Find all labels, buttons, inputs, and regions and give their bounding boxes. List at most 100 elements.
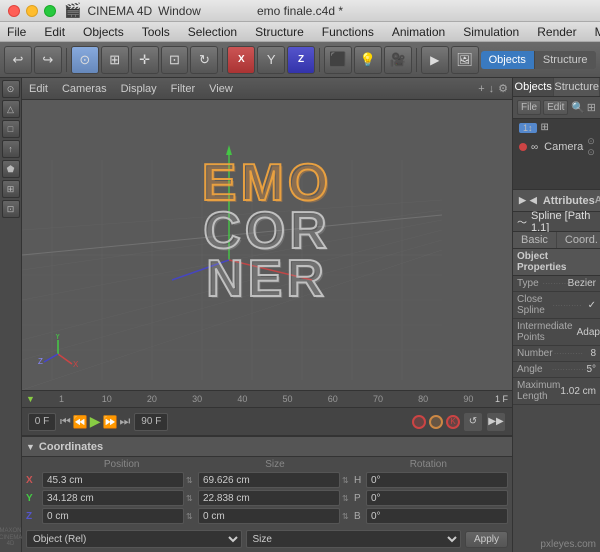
vp-edit-btn[interactable]: Edit <box>26 83 51 95</box>
sidebar-btn-2[interactable]: △ <box>2 100 20 118</box>
timeline-markers[interactable]: 1 10 20 30 40 50 60 70 80 90 <box>39 394 491 404</box>
menu-objects[interactable]: Objects <box>80 25 127 39</box>
coord-b-rot[interactable] <box>366 508 508 524</box>
obj-search-icon[interactable]: 🔍 <box>571 101 585 114</box>
tab-objects[interactable]: Objects <box>481 51 535 69</box>
render-active-button[interactable]: ▶ <box>421 46 449 74</box>
coord-z-pos[interactable] <box>42 508 184 524</box>
sidebar-btn-6[interactable]: ⊞ <box>2 180 20 198</box>
coord-rotation-header: Rotation <box>353 459 504 470</box>
coord-y-size[interactable] <box>198 490 340 506</box>
sidebar-btn-1[interactable]: ⊙ <box>2 80 20 98</box>
obj-filter-icon[interactable]: ⊞ <box>587 101 596 114</box>
axis-y-button[interactable]: Y <box>257 46 285 74</box>
nav-last[interactable]: ⏭ <box>120 414 131 429</box>
minimize-button[interactable] <box>26 5 38 17</box>
rect-selection-button[interactable]: ⊞ <box>101 46 129 74</box>
coord-y-size-arrows[interactable]: ⇅ <box>342 494 352 503</box>
tab-structure-panel[interactable]: Structure <box>554 78 600 96</box>
move-button[interactable]: ✛ <box>131 46 159 74</box>
coord-x-arrows[interactable]: ⇅ <box>186 476 196 485</box>
menu-functions[interactable]: Functions <box>319 25 377 39</box>
menu-mograph[interactable]: MoGraph <box>592 25 600 39</box>
close-button[interactable] <box>8 5 20 17</box>
coord-x-size[interactable] <box>198 472 340 488</box>
menu-render[interactable]: Render <box>534 25 579 39</box>
menu-simulation[interactable]: Simulation <box>460 25 522 39</box>
rotate-button[interactable]: ↻ <box>190 46 218 74</box>
current-frame-input[interactable] <box>28 413 56 431</box>
menu-file[interactable]: File <box>4 25 29 39</box>
nav-prev[interactable]: ⏪ <box>73 415 88 429</box>
live-selection-button[interactable]: ⊙ <box>71 46 99 74</box>
vp-icon-gear[interactable]: ⚙ <box>498 82 508 95</box>
coord-x-pos[interactable] <box>42 472 184 488</box>
sidebar-btn-3[interactable]: □ <box>2 120 20 138</box>
autokey-btn[interactable] <box>429 415 443 429</box>
add-cube-button[interactable]: ⬛ <box>324 46 352 74</box>
emo-line3: NER <box>202 253 332 305</box>
attr-angle-dots: ············· <box>552 365 587 374</box>
key-btn[interactable]: K <box>446 415 460 429</box>
3d-viewport[interactable]: Perspective <box>22 100 512 390</box>
menu-selection[interactable]: Selection <box>185 25 240 39</box>
menu-structure[interactable]: Structure <box>252 25 307 39</box>
axis-x-button[interactable]: X <box>227 46 255 74</box>
coord-h-rot[interactable] <box>366 472 508 488</box>
render-viewer-button[interactable]: 🖼 <box>451 46 479 74</box>
attr-collapse-icon: ▶ <box>519 195 526 206</box>
menu-edit[interactable]: Edit <box>41 25 68 39</box>
tab-structure[interactable]: Structure <box>535 51 596 69</box>
end-frame-input[interactable] <box>134 413 168 431</box>
apply-button[interactable]: Apply <box>465 531 508 548</box>
menu-animation[interactable]: Animation <box>389 25 448 39</box>
size-select[interactable]: Size <box>246 530 462 548</box>
vp-display-btn[interactable]: Display <box>118 83 160 95</box>
coord-z-size-arrows[interactable]: ⇅ <box>342 512 352 521</box>
coord-p-rot[interactable] <box>366 490 508 506</box>
record-btn[interactable] <box>412 415 426 429</box>
coord-x-size-arrows[interactable]: ⇅ <box>342 476 352 485</box>
nav-next[interactable]: ⏩ <box>103 415 118 429</box>
coord-z-arrows[interactable]: ⇅ <box>186 512 196 521</box>
add-camera-button[interactable]: 🎥 <box>384 46 412 74</box>
attr-tab-basic[interactable]: Basic <box>513 232 557 248</box>
nav-play[interactable]: ▶ <box>90 413 101 430</box>
attr-icon-1[interactable]: A <box>595 195 600 206</box>
redo-button[interactable]: ↪ <box>34 46 62 74</box>
window-menu[interactable]: Window <box>158 4 201 18</box>
coord-y-arrows[interactable]: ⇅ <box>186 494 196 503</box>
vp-icon-down[interactable]: ↓ <box>489 83 495 95</box>
playmode-btn[interactable]: ▶▶ <box>486 412 506 432</box>
vp-view-btn[interactable]: View <box>206 83 236 95</box>
objects-file-btn[interactable]: File <box>517 100 541 115</box>
emo-text: EMO COR NER <box>202 157 332 305</box>
maximize-button[interactable] <box>44 5 56 17</box>
loop-btn[interactable]: ↺ <box>463 412 483 432</box>
axis-z-button[interactable]: Z <box>287 46 315 74</box>
tab-objects-panel[interactable]: Objects <box>513 78 554 96</box>
objects-toolbar: File Edit 🔍 ⊞ <box>513 97 600 119</box>
vp-icon-lock[interactable]: + <box>478 83 484 95</box>
sidebar-btn-5[interactable]: ⬟ <box>2 160 20 178</box>
coord-y-pos[interactable] <box>42 490 184 506</box>
coordinates-header[interactable]: ▼ Coordinates <box>22 437 512 457</box>
add-light-button[interactable]: 💡 <box>354 46 382 74</box>
objects-edit-btn[interactable]: Edit <box>543 100 568 115</box>
object-camera[interactable]: ∞ Camera ⊙ ⊙ <box>515 134 598 160</box>
pxleyes-text: pxleyes.com <box>540 539 596 550</box>
undo-button[interactable]: ↩ <box>4 46 32 74</box>
sidebar-btn-4[interactable]: ↑ <box>2 140 20 158</box>
sidebar-btn-7[interactable]: ⊡ <box>2 200 20 218</box>
vp-filter-btn[interactable]: Filter <box>168 83 198 95</box>
nav-first[interactable]: ⏮ <box>60 414 71 429</box>
attr-tab-coord[interactable]: Coord. <box>557 232 600 248</box>
object-rel-select[interactable]: Object (Rel) <box>26 530 242 548</box>
coord-z-size[interactable] <box>198 508 340 524</box>
app-info: 🎬 CINEMA 4D Window <box>64 2 201 19</box>
camera-visibility[interactable]: ⊙ ⊙ <box>587 136 595 158</box>
scale-button[interactable]: ⊡ <box>161 46 189 74</box>
attr-intermediate-value: Adaptive <box>577 327 600 338</box>
vp-cameras-btn[interactable]: Cameras <box>59 83 110 95</box>
menu-tools[interactable]: Tools <box>139 25 173 39</box>
